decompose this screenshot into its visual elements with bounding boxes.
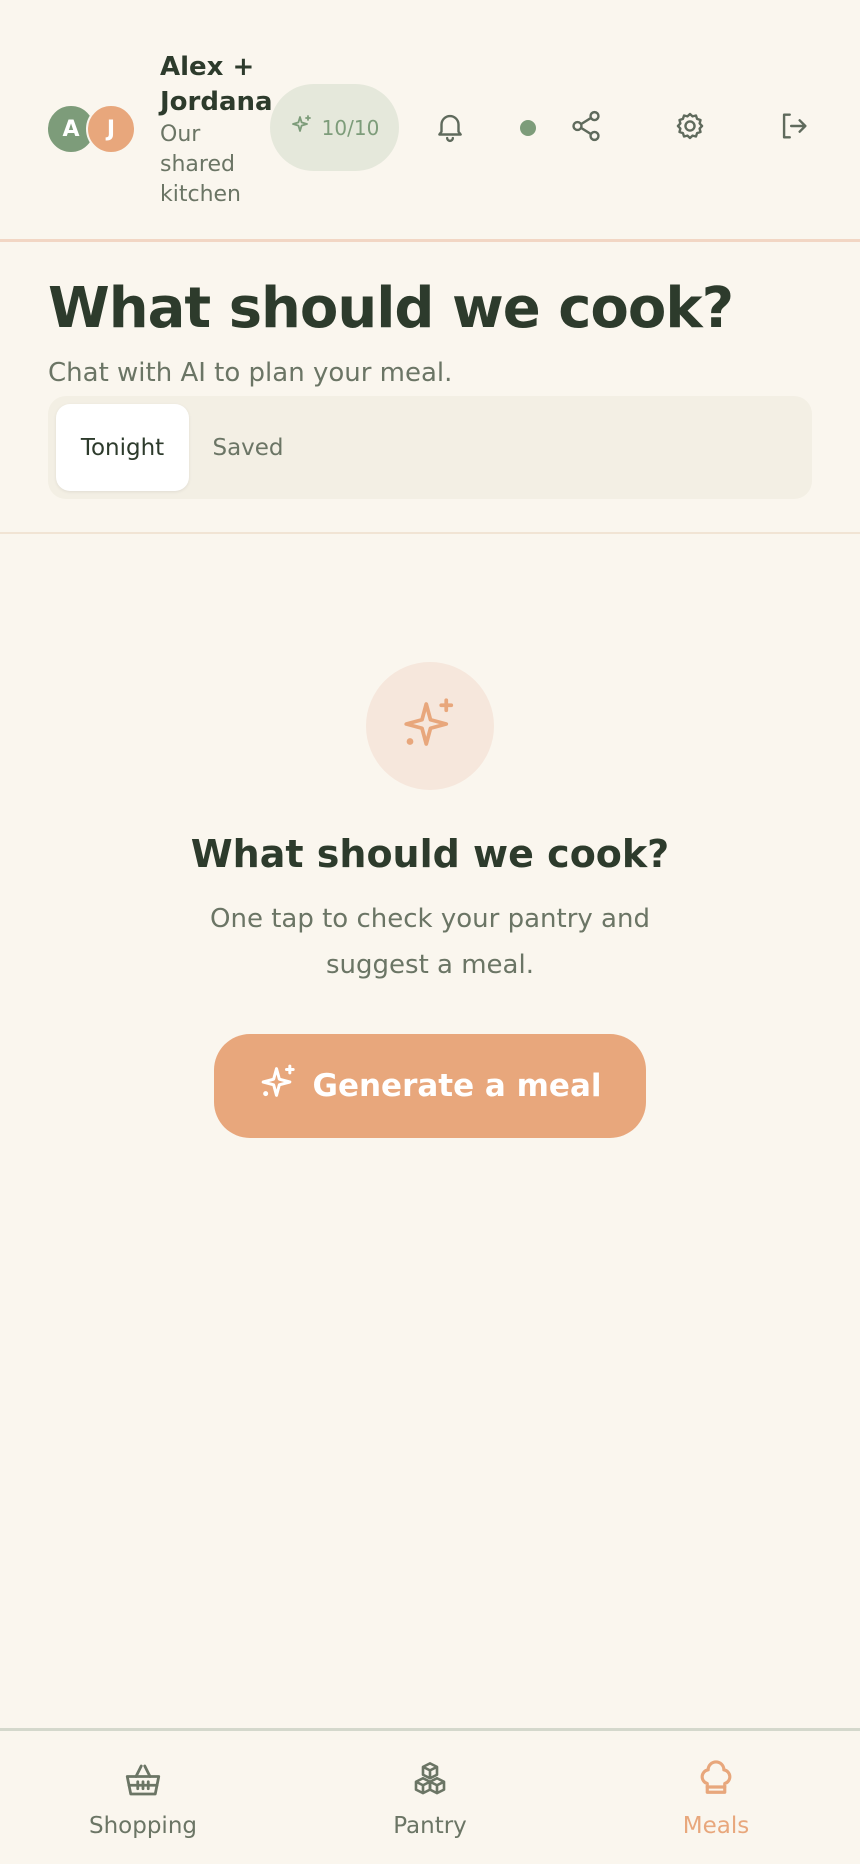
nav-label-meals: Meals <box>682 1813 750 1839</box>
empty-state-illustration <box>366 662 494 790</box>
avatar-jordana: J <box>86 104 136 154</box>
sparkle-icon <box>259 1062 299 1110</box>
app-header: A J Alex + Jordana Our shared kitchen 10… <box>0 0 860 242</box>
nav-label-pantry: Pantry <box>393 1813 467 1839</box>
online-status-dot <box>520 120 536 136</box>
kitchen-subtitle: Our shared kitchen <box>160 122 241 207</box>
nav-label-shopping: Shopping <box>88 1813 197 1839</box>
empty-state-text: One tap to check your pantry and suggest… <box>210 904 650 980</box>
nav-item-meals[interactable]: Meals <box>616 1759 816 1849</box>
page-subtitle: Chat with AI to plan your meal. <box>48 358 453 388</box>
credits-count: 10/10 <box>321 115 380 140</box>
nav-item-pantry[interactable]: Pantry <box>330 1759 530 1849</box>
tab-saved[interactable]: Saved <box>198 404 298 491</box>
sparkle-icon <box>400 694 460 758</box>
empty-state-title: What should we cook? <box>190 832 670 876</box>
cubes-icon <box>409 1759 451 1805</box>
gear-icon[interactable] <box>668 104 712 148</box>
share-icon[interactable] <box>564 104 608 148</box>
page-title: What should we cook? <box>48 276 734 341</box>
generate-meal-button[interactable]: Generate a meal <box>214 1034 646 1138</box>
generate-meal-label: Generate a meal <box>312 1068 602 1104</box>
chef-hat-icon <box>695 1759 737 1805</box>
bell-icon[interactable] <box>428 104 472 148</box>
tab-tonight[interactable]: Tonight <box>56 404 189 491</box>
bottom-nav: Shopping Pantry Meals <box>0 1728 860 1864</box>
nav-item-shopping[interactable]: Shopping <box>43 1759 243 1849</box>
meal-tabs: Tonight Saved <box>48 396 812 499</box>
logout-icon[interactable] <box>772 104 816 148</box>
section-divider <box>0 532 860 534</box>
kitchen-name: Alex + Jordana <box>160 52 273 117</box>
sparkle-icon <box>290 113 314 142</box>
ai-credits-badge[interactable]: 10/10 <box>270 84 399 171</box>
basket-icon <box>122 1759 164 1805</box>
